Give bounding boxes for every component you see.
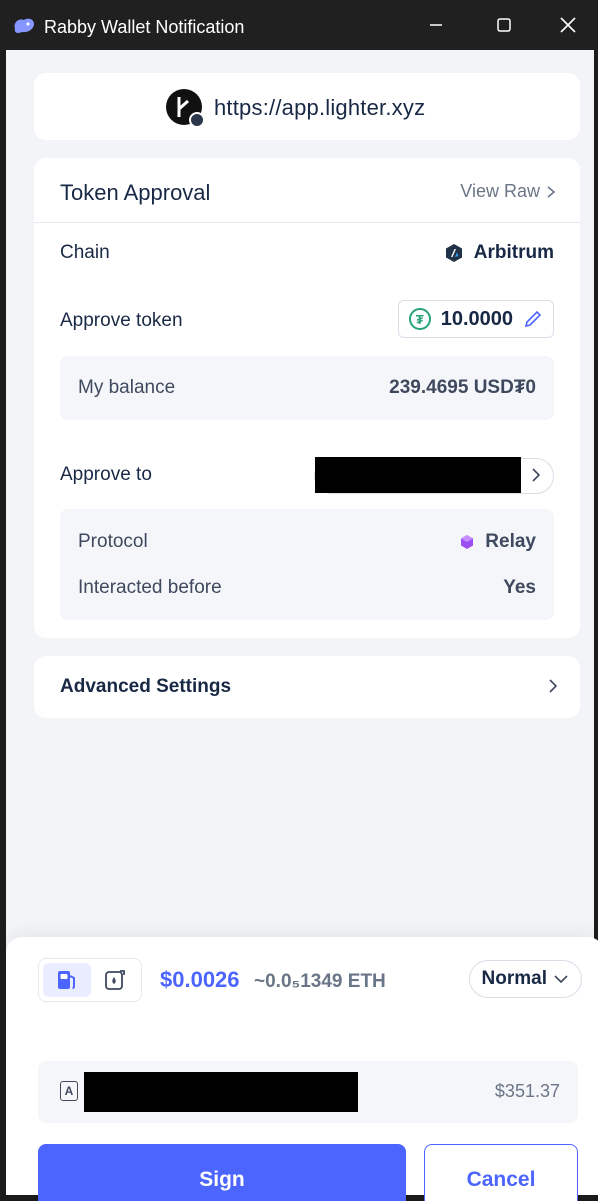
chain-name: Arbitrum [473, 242, 554, 263]
main-content: https://app.lighter.xyz Token Approval V… [6, 50, 598, 1201]
usdt-icon: ₮ [408, 308, 431, 330]
maximize-button[interactable] [470, 0, 538, 50]
relay-icon [461, 535, 474, 549]
protocol-label: Protocol [78, 531, 148, 552]
minimize-icon [430, 24, 442, 26]
account-row[interactable]: A $351.37 [38, 1061, 578, 1123]
footer-sheet: $0.0026 ~0.0₅1349 ETH Normal A $351.37 S… [6, 937, 598, 1201]
pencil-icon[interactable] [523, 309, 543, 329]
interacted-value: Yes [503, 577, 536, 598]
cancel-button[interactable]: Cancel [424, 1144, 578, 1201]
interacted-label: Interacted before [78, 577, 222, 598]
redacted-address [315, 457, 521, 493]
window-titlebar: Rabby Wallet Notification [0, 0, 598, 50]
rabby-icon [14, 18, 34, 33]
sign-button[interactable]: Sign [38, 1144, 406, 1201]
site-url: https://app.lighter.xyz [214, 95, 426, 120]
chevron-right-icon [532, 468, 541, 482]
gas-speed-value: Normal [481, 968, 547, 989]
gas-fee-eth: ~0.0₅1349 ETH [254, 971, 386, 992]
protocol-name: Relay [485, 531, 536, 552]
gas-fee-usd: $0.0026 [160, 967, 240, 992]
view-raw-link[interactable]: View Raw [460, 181, 556, 202]
chevron-down-icon [554, 975, 568, 984]
view-raw-label: View Raw [460, 181, 540, 201]
gas-speed-select[interactable]: Normal [468, 960, 582, 998]
balance-value: 239.4695 USD₮0 [389, 377, 536, 398]
redacted-account-name [84, 1072, 358, 1112]
close-button[interactable] [538, 0, 598, 50]
divider [34, 222, 580, 223]
account-type-icon: A [60, 1081, 78, 1101]
gas-native-option[interactable] [43, 963, 91, 997]
spender-address-button[interactable] [314, 457, 554, 494]
arbitrum-icon [445, 244, 462, 262]
protocol-panel: Protocol Relay Interacted before Yes [60, 509, 554, 620]
minimize-button[interactable] [402, 0, 470, 50]
balance-label: My balance [78, 377, 176, 398]
close-icon [560, 17, 576, 33]
advanced-settings-label: Advanced Settings [60, 676, 232, 697]
gas-account-option[interactable] [91, 963, 139, 997]
chain-label: Chain [60, 242, 110, 263]
gas-method-toggle [38, 958, 142, 1002]
protocol-value: Relay [459, 531, 536, 553]
chain-value: Arbitrum [444, 242, 554, 264]
gas-account-icon [105, 970, 125, 990]
arbitrum-badge-icon [189, 112, 205, 128]
maximize-icon [497, 18, 511, 32]
approve-token-amount: 10.0000 [440, 307, 513, 330]
approve-to-label: Approve to [60, 464, 152, 485]
token-approval-card: Token Approval View Raw Chain Arbitrum A… [34, 158, 580, 638]
gas-pump-icon [58, 971, 75, 989]
site-card: https://app.lighter.xyz [34, 73, 580, 140]
advanced-settings-row[interactable]: Advanced Settings [34, 656, 580, 718]
approve-token-label: Approve token [60, 310, 183, 331]
chevron-right-icon [549, 679, 558, 693]
chevron-right-icon [547, 185, 556, 198]
approve-amount-editor[interactable]: ₮ 10.0000 [397, 300, 554, 338]
account-balance: $351.37 [494, 1081, 560, 1101]
window-title: Rabby Wallet Notification [44, 17, 245, 37]
approval-title: Token Approval [60, 180, 211, 205]
balance-panel: My balance 239.4695 USD₮0 [60, 356, 554, 420]
